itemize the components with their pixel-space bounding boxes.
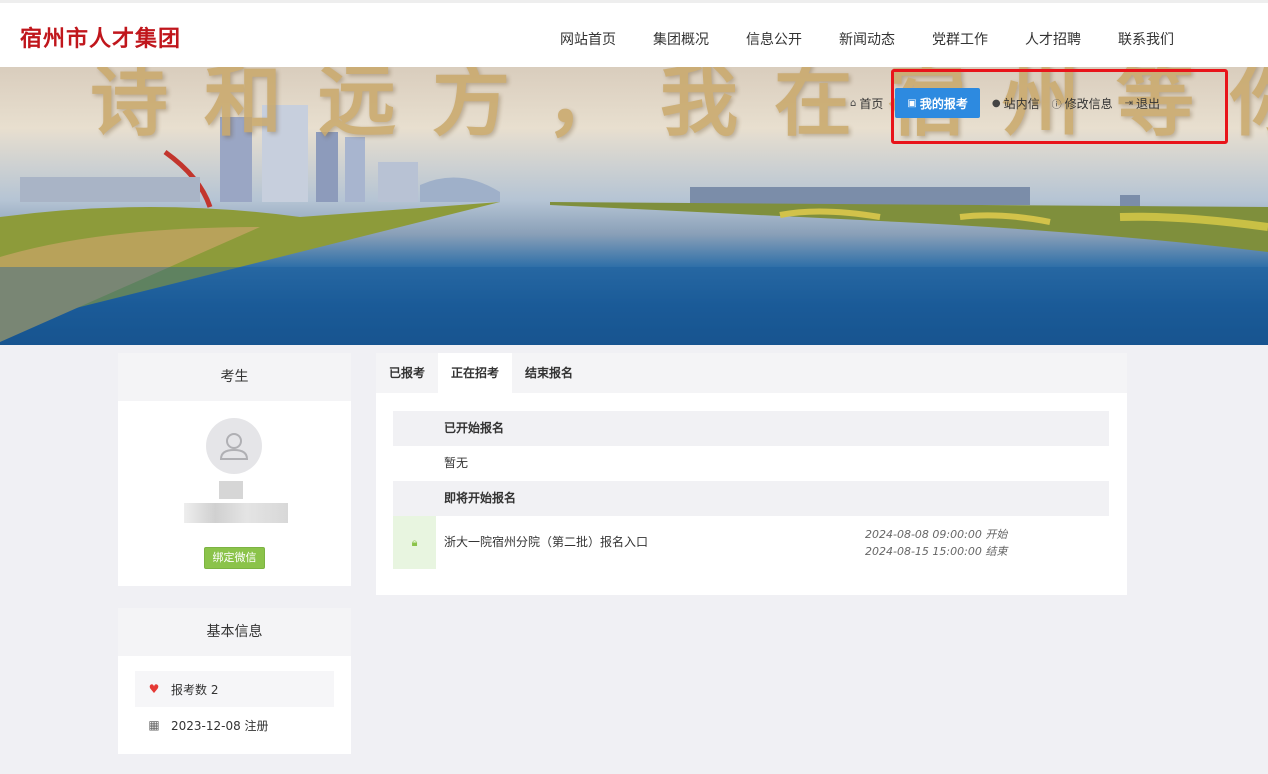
started-empty-text: 暂无 [444, 456, 469, 470]
nav-party-work[interactable]: 党群工作 [932, 29, 988, 49]
section-started: 已开始报名 [393, 411, 1109, 446]
basic-info-card: 基本信息 ♥ 报考数 2 ▦ 2023-12-08 注册 [118, 608, 351, 754]
highlight-box [891, 69, 1228, 144]
nav-recruitment[interactable]: 人才招聘 [1025, 29, 1081, 49]
exam-panel: 已报考 正在招考 结束报名 已开始报名 暂无 即将开始报名 🔒︎ 浙大一院宿州分… [376, 353, 1127, 595]
top-header: 宿州市人才集团 网站首页 集团概况 信息公开 新闻动态 党群工作 人才招聘 联系… [0, 0, 1268, 67]
exam-count-text: 报考数 2 [171, 682, 219, 697]
tab-recruiting[interactable]: 正在招考 [438, 353, 513, 393]
exam-count-row: ♥ 报考数 2 [135, 671, 334, 707]
user-nav-home-label: 首页 [859, 96, 884, 111]
nav-home[interactable]: 网站首页 [560, 29, 616, 49]
home-icon: ⌂ [850, 97, 857, 109]
calendar-icon: ▦ [148, 718, 160, 732]
exam-tabs: 已报考 正在招考 结束报名 [376, 353, 1127, 393]
heart-icon: ♥ [148, 682, 160, 696]
nav-news[interactable]: 新闻动态 [839, 29, 895, 49]
lock-icon: 🔒︎ [393, 516, 436, 569]
blurred-username [184, 481, 288, 537]
exam-entry-link[interactable]: 浙大一院宿州分院（第二批）报名入口 [444, 516, 648, 569]
nav-info-disclosure[interactable]: 信息公开 [746, 29, 802, 49]
user-avatar-icon [206, 418, 262, 474]
user-nav-home[interactable]: ⌂ 首页 [850, 88, 883, 118]
exam-entry-times: 2024-08-08 09:00:00 开始 2024-08-15 15:00:… [865, 526, 1007, 560]
exam-start-time: 2024-08-08 09:00:00 开始 [865, 528, 1008, 541]
hero-banner: 诗和远方，我在宿州等你 ⌂ 首页 ▣ 我的报考 ● 站内信 ⓘ 修改信息 ⇥ 退… [0, 67, 1268, 345]
tab-registered[interactable]: 已报考 [376, 353, 438, 393]
main-nav: 网站首页 集团概况 信息公开 新闻动态 党群工作 人才招聘 联系我们 [560, 29, 1211, 49]
basic-info-title: 基本信息 [118, 608, 351, 656]
section-upcoming: 即将开始报名 [393, 481, 1109, 516]
tab-closed[interactable]: 结束报名 [512, 353, 586, 393]
exam-end-time: 2024-08-15 15:00:00 结束 [865, 545, 1008, 558]
register-date-row: ▦ 2023-12-08 注册 [135, 707, 334, 743]
profile-card: 考生 绑定微信 [118, 353, 351, 586]
bind-wechat-button[interactable]: 绑定微信 [204, 547, 265, 569]
nav-contact[interactable]: 联系我们 [1118, 29, 1174, 49]
profile-card-title: 考生 [118, 353, 351, 401]
exam-entry-row: 🔒︎ 浙大一院宿州分院（第二批）报名入口 2024-08-08 09:00:00… [393, 516, 1109, 569]
register-date-text: 2023-12-08 注册 [171, 718, 269, 733]
site-logo[interactable]: 宿州市人才集团 [20, 21, 181, 53]
nav-group-overview[interactable]: 集团概况 [653, 29, 709, 49]
